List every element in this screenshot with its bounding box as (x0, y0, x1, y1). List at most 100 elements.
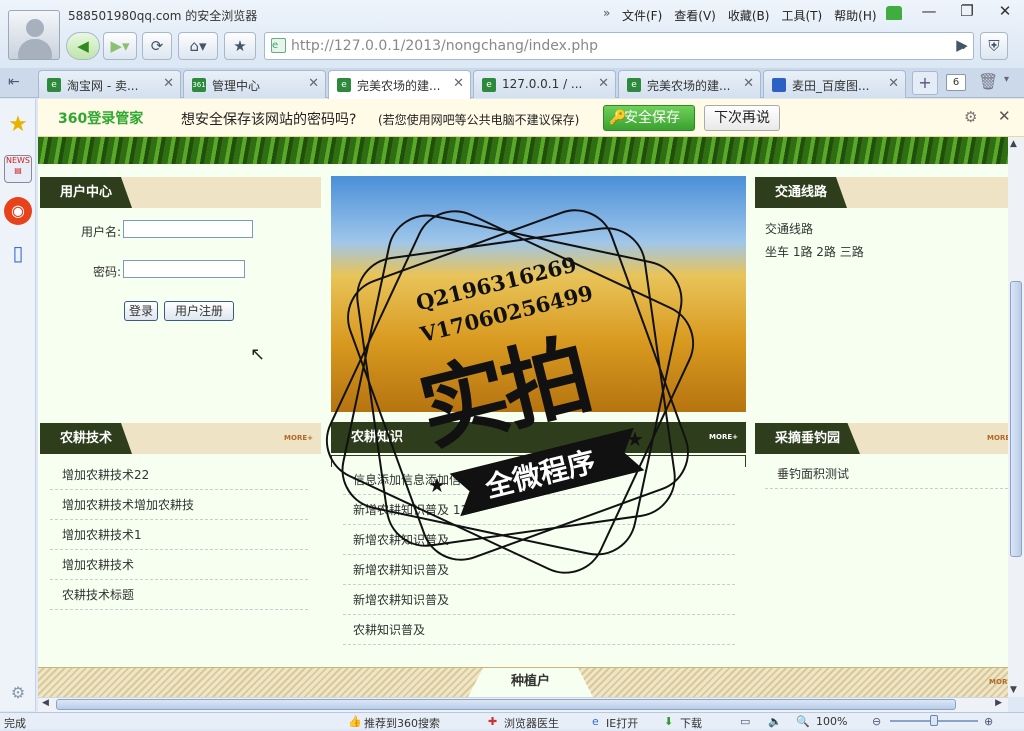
zoom-in-icon[interactable]: ⊕ (984, 715, 993, 728)
scroll-left-icon[interactable]: ◀ (42, 698, 49, 708)
menu-expand-icon[interactable]: » (603, 6, 610, 20)
menu-help[interactable]: 帮助(H) (834, 7, 876, 24)
window-controls: — ❐ ✕ (910, 0, 1024, 24)
login-button[interactable]: 登录 (124, 301, 158, 321)
weibo-icon[interactable]: ◉ (4, 197, 32, 225)
safe-save-button[interactable]: 🔑 安全保存 (603, 105, 695, 131)
tab-close-icon[interactable]: ✕ (598, 76, 609, 91)
zoom-slider-handle[interactable] (930, 715, 938, 726)
farming-more-link[interactable]: MORE+ (284, 434, 313, 442)
user-center-title: 用户中心 (40, 177, 133, 208)
security-shield-icon[interactable]: ⛨ (980, 32, 1008, 60)
scroll-down-icon[interactable]: ▼ (1010, 685, 1017, 695)
list-item[interactable]: 垂钓面积测试 (765, 459, 1008, 489)
new-tab-button[interactable]: + (912, 71, 938, 95)
tab-farm-2[interactable]: e 完美农场的建... ✕ (618, 70, 761, 98)
skin-icon[interactable] (886, 6, 902, 20)
password-save-bar: 360登录管家 想安全保存该网站的密码吗? (若您使用网吧等公共电脑不建议保存)… (38, 99, 1024, 137)
trash-icon[interactable]: 🗑 (978, 72, 998, 91)
username-label: 用户名: (81, 225, 122, 239)
picking-header: 采摘垂钓园 MORE+ (755, 423, 1008, 454)
zoom-level[interactable]: 100% (816, 715, 847, 728)
mobile-icon[interactable]: ▯ (4, 239, 32, 267)
window-title: 588501980qq.com 的安全浏览器 (68, 9, 258, 23)
tab-baidu[interactable]: 🐾 麦田_百度图... ✕ (763, 70, 906, 98)
horizontal-scrollbar[interactable]: ◀ ▶ (38, 697, 1008, 712)
close-window-button[interactable]: ✕ (986, 0, 1024, 24)
tab-count-icon[interactable]: 6 (946, 74, 966, 91)
menu-bar: 文件(F) 查看(V) 收藏(B) 工具(T) 帮助(H) (622, 7, 877, 24)
horizontal-scroll-thumb[interactable] (56, 699, 956, 710)
menu-tools[interactable]: 工具(T) (781, 7, 822, 24)
download-icon: ⬇ (664, 715, 674, 728)
menu-file[interactable]: 文件(F) (622, 7, 662, 24)
later-button[interactable]: 下次再说 (704, 105, 780, 131)
recommend-icon: 👍 (348, 715, 362, 728)
password-input[interactable] (123, 260, 245, 278)
traffic-title: 交通线路 (755, 177, 848, 208)
tab-strip: ⇤ e 淘宝网 - 卖... ✕ 361 管理中心 ✕ e 完美农场的建... ✕ e 127… (0, 68, 1024, 99)
planters-more-link[interactable]: MORE+ (989, 678, 1008, 686)
vertical-scrollbar[interactable]: ▲ ▼ (1008, 137, 1024, 697)
save-password-note: (若您使用网吧等公共电脑不建议保存) (378, 113, 580, 127)
traffic-header: 交通线路 (755, 177, 1008, 208)
list-item[interactable]: 新增农耕知识普及 (343, 585, 735, 615)
tab-close-icon[interactable]: ✕ (888, 76, 899, 91)
refresh-button[interactable]: ⟳ (142, 32, 172, 60)
picking-more-link[interactable]: MORE+ (987, 434, 1008, 442)
status-bar: 完成 👍 推荐到360搜索 ✚ 浏览器医生 e IE打开 ⬇ 下载 ▭ 🔈 🔍 … (0, 712, 1024, 730)
farming-header: 农耕技术 MORE+ (40, 423, 321, 454)
title-bar: 588501980qq.com 的安全浏览器 » 文件(F) 查看(V) 收藏(… (0, 0, 1024, 68)
tab-close-icon[interactable]: ✕ (308, 76, 319, 91)
list-item[interactable]: 增加农耕技术1 (50, 520, 308, 550)
save-password-question: 想安全保存该网站的密码吗? (181, 112, 357, 128)
username-input[interactable] (123, 220, 253, 238)
screen-icon[interactable]: ▭ (740, 715, 750, 728)
grass-banner (38, 137, 1008, 164)
close-bar-icon[interactable]: ✕ (998, 107, 1011, 125)
tab-taobao[interactable]: e 淘宝网 - 卖... ✕ (38, 70, 181, 98)
settings-gear-icon[interactable]: ⚙ (964, 108, 977, 126)
list-item[interactable]: 农耕知识普及 (343, 615, 735, 645)
favorites-star-icon[interactable]: ★ (4, 111, 32, 139)
menu-view[interactable]: 查看(V) (674, 7, 716, 24)
user-center-header: 用户中心 (40, 177, 321, 208)
farming-title: 农耕技术 (40, 423, 133, 454)
scroll-right-icon[interactable]: ▶ (995, 698, 1002, 708)
tab-farm-active[interactable]: e 完美农场的建... ✕ (328, 70, 471, 99)
forward-button[interactable]: ▶▾ (103, 32, 137, 60)
maximize-button[interactable]: ❐ (948, 0, 986, 24)
traffic-line-2: 坐车 1路 2路 三路 (765, 245, 864, 259)
tab-close-icon[interactable]: ✕ (453, 76, 464, 91)
list-item[interactable]: 农耕技术标题 (50, 580, 308, 610)
sidebar-toggle-icon[interactable]: ⇤ (8, 74, 20, 90)
knowledge-more-link[interactable]: MORE+ (709, 433, 738, 441)
volume-icon[interactable]: 🔈 (768, 715, 782, 728)
favorite-star-button[interactable]: ★ (224, 32, 256, 60)
register-button[interactable]: 用户注册 (164, 301, 234, 321)
ie-icon: e (592, 715, 599, 728)
zoom-out-icon[interactable]: ⊖ (872, 715, 881, 728)
home-button[interactable]: ⌂▾ (178, 32, 218, 60)
list-item[interactable]: 增加农耕技术增加农耕技 (50, 490, 308, 520)
tab-close-icon[interactable]: ✕ (743, 76, 754, 91)
url-text: http://127.0.0.1/2013/nongchang/index.ph… (291, 38, 598, 54)
tab-close-icon[interactable]: ✕ (163, 76, 174, 91)
tab-localhost[interactable]: e 127.0.0.1 / ... ✕ (473, 70, 616, 98)
menu-favorites[interactable]: 收藏(B) (728, 7, 770, 24)
tab-e-icon: e (337, 78, 351, 92)
news-icon[interactable]: NEWS ▤ (4, 155, 32, 183)
tab-e-icon: e (627, 78, 641, 92)
scroll-up-icon[interactable]: ▲ (1010, 139, 1017, 149)
trash-dropdown-icon[interactable]: ▾ (1004, 74, 1009, 85)
back-button[interactable]: ◀ (66, 32, 100, 60)
address-bar[interactable]: e http://127.0.0.1/2013/nongchang/index.… (264, 32, 974, 60)
tab-admin[interactable]: 361 管理中心 ✕ (183, 70, 326, 98)
vertical-scroll-thumb[interactable] (1010, 281, 1022, 557)
minimize-button[interactable]: — (910, 0, 948, 24)
go-button[interactable]: ▶ (950, 32, 974, 60)
avatar[interactable] (8, 10, 60, 60)
list-item[interactable]: 增加农耕技术 (50, 550, 308, 580)
list-item[interactable]: 增加农耕技术22 (50, 460, 308, 490)
settings-gear-icon[interactable]: ⚙ (4, 679, 32, 707)
